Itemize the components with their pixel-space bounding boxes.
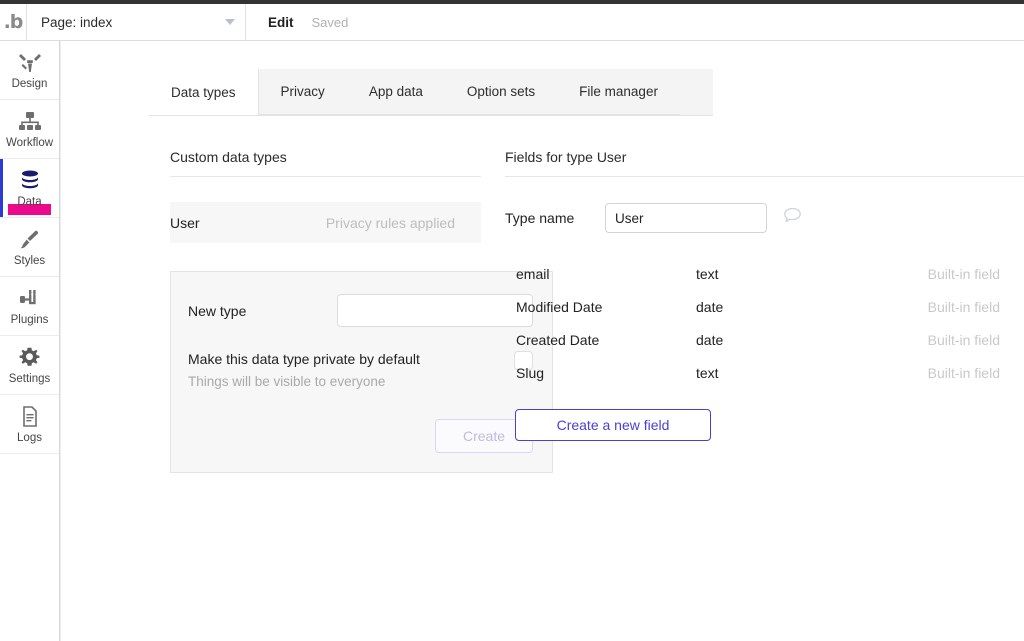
gear-icon	[18, 345, 41, 371]
field-note: Built-in field	[927, 364, 1000, 381]
create-a-new-field-button[interactable]: Create a new field	[515, 409, 711, 441]
sidebar-item-design[interactable]: Design	[0, 41, 59, 100]
sidebar-item-label: Logs	[17, 431, 42, 444]
fields-table: email text Built-in field Modified Date …	[505, 257, 1024, 389]
sidebar-item-styles[interactable]: Styles	[0, 218, 59, 277]
field-name: Slug	[516, 364, 545, 381]
type-name-label: Type name	[505, 210, 575, 226]
field-name: email	[516, 265, 550, 282]
field-type: date	[696, 331, 724, 348]
workflow-icon	[18, 109, 42, 135]
privacy-status: Privacy rules applied	[325, 214, 455, 231]
main-content: Data types Privacy App data Option sets …	[60, 41, 1024, 641]
tab-data-types[interactable]: Data types	[149, 69, 259, 115]
tab-label: Option sets	[466, 84, 536, 99]
sidebar-item-label: Design	[11, 77, 48, 90]
data-type-name: User	[170, 214, 200, 231]
field-name: Created Date	[516, 331, 600, 348]
private-by-default-label: Make this data type private by default	[188, 351, 420, 367]
bubble-logo[interactable]: .b	[0, 4, 27, 40]
top-bar: .b Page: index Edit Saved	[0, 4, 1024, 41]
sidebar-item-label: Settings	[8, 372, 51, 385]
type-name-input[interactable]	[605, 203, 767, 233]
tab-option-sets[interactable]: Option sets	[444, 69, 558, 115]
design-icon	[18, 50, 42, 76]
fields-panel-title: Fields for type User	[505, 149, 627, 165]
sidebar-item-label: Data	[17, 195, 42, 208]
speech-bubble-icon[interactable]	[783, 207, 802, 229]
edit-button[interactable]: Edit	[268, 15, 294, 30]
field-type: text	[696, 364, 719, 381]
tab-label: Data types	[171, 84, 236, 100]
tab-app-data[interactable]: App data	[346, 69, 445, 115]
field-note: Built-in field	[927, 298, 1000, 315]
plug-icon	[18, 286, 42, 312]
fields-panel: Fields for type User Type name email tex…	[481, 116, 1024, 473]
chevron-down-icon	[225, 19, 235, 25]
sidebar-item-label: Styles	[13, 254, 46, 267]
field-type: date	[696, 298, 724, 315]
tab-file-manager[interactable]: File manager	[557, 69, 680, 115]
field-note: Built-in field	[927, 331, 1000, 348]
tab-label: App data	[368, 84, 423, 99]
sidebar-item-settings[interactable]: Settings	[0, 336, 59, 395]
private-by-default-hint: Things will be visible to everyone	[188, 374, 386, 389]
left-sidebar: Design Workflow Data Styles Plugins Sett…	[0, 41, 60, 641]
custom-data-types-panel: Custom data types User Privacy rules app…	[61, 116, 553, 473]
tab-privacy[interactable]: Privacy	[258, 69, 347, 115]
private-by-default-text: Make this data type private by default T…	[188, 350, 420, 391]
edit-status-area: Edit Saved	[246, 4, 348, 40]
tab-bar: Data types Privacy App data Option sets …	[149, 69, 713, 116]
data-type-list: User Privacy rules applied	[170, 202, 481, 243]
page-selector[interactable]: Page: index	[27, 4, 246, 40]
save-status: Saved	[311, 14, 349, 30]
panels-container: Custom data types User Privacy rules app…	[61, 116, 1024, 473]
field-note: Built-in field	[927, 265, 1000, 282]
section-divider	[505, 176, 1024, 177]
list-item[interactable]: User Privacy rules applied	[170, 202, 481, 243]
sidebar-item-plugins[interactable]: Plugins	[0, 277, 59, 336]
table-row[interactable]: Created Date date Built-in field	[505, 323, 1024, 356]
tab-label: Privacy	[280, 84, 325, 99]
page-selector-label: Page: index	[41, 14, 113, 30]
custom-data-types-title: Custom data types	[170, 149, 287, 165]
bubble-logo-text: .b	[3, 10, 24, 33]
document-icon	[19, 404, 41, 430]
section-divider	[170, 176, 481, 177]
type-name-row: Type name	[505, 203, 1024, 233]
sidebar-item-label: Workflow	[5, 136, 54, 149]
new-type-label: New type	[188, 302, 247, 319]
field-name: Modified Date	[516, 298, 603, 315]
tab-label: File manager	[579, 84, 658, 99]
table-row[interactable]: Slug text Built-in field	[505, 356, 1024, 389]
app-shell: Design Workflow Data Styles Plugins Sett…	[0, 41, 1024, 641]
sidebar-item-label: Plugins	[10, 313, 49, 326]
brush-icon	[18, 227, 42, 253]
field-type: text	[696, 265, 719, 282]
sidebar-item-logs[interactable]: Logs	[0, 395, 59, 454]
table-row[interactable]: Modified Date date Built-in field	[505, 290, 1024, 323]
table-row[interactable]: email text Built-in field	[505, 257, 1024, 290]
sidebar-item-workflow[interactable]: Workflow	[0, 100, 59, 159]
database-icon	[18, 168, 42, 194]
sidebar-item-data[interactable]: Data	[0, 159, 59, 218]
